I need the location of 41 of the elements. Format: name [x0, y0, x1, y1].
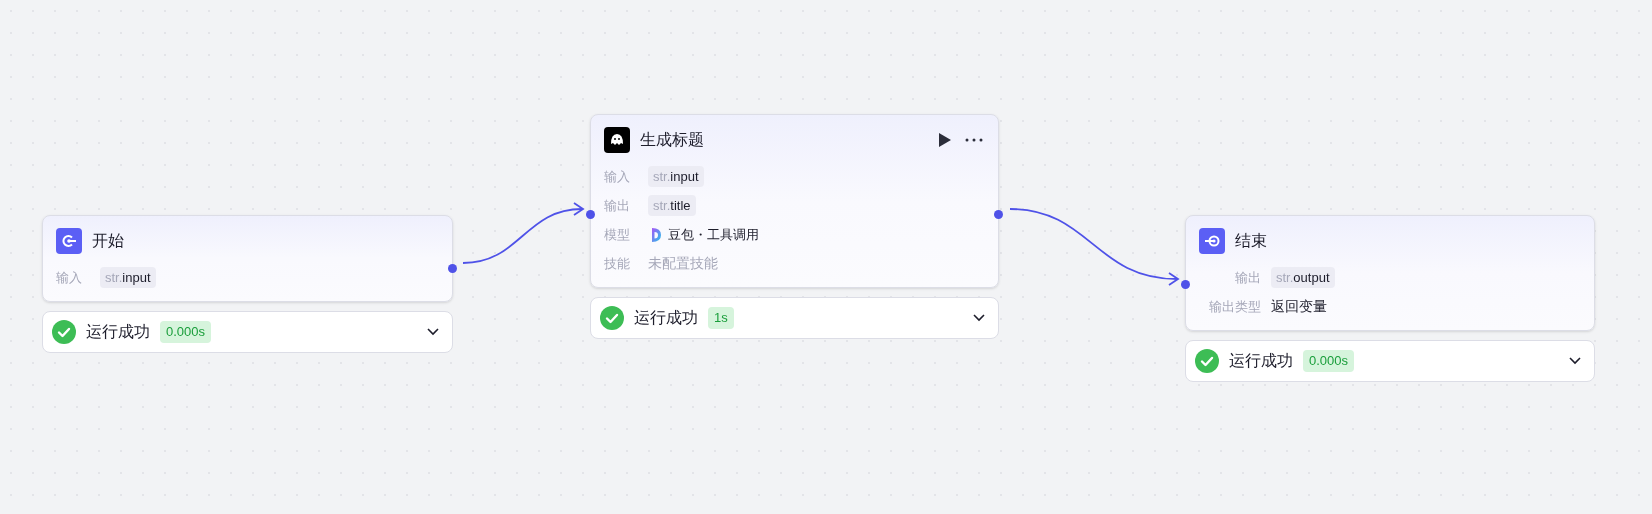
output-port[interactable]	[448, 264, 457, 273]
more-icon[interactable]	[965, 138, 983, 142]
row-label: 技能	[604, 254, 631, 273]
run-status-bar[interactable]: 运行成功 1s	[590, 297, 999, 339]
row-label: 输出	[604, 196, 631, 215]
duration-badge: 0.000s	[160, 321, 212, 343]
row-placeholder: 未配置技能	[648, 254, 718, 273]
output-port[interactable]	[994, 210, 1003, 219]
success-check-icon	[52, 320, 76, 344]
row-label: 输出	[1234, 268, 1261, 287]
row-label: 输入	[604, 167, 631, 186]
node-title: 结束	[1235, 231, 1267, 251]
duration-badge: 0.000s	[1303, 350, 1355, 372]
variable-tag: str.title	[648, 194, 696, 217]
row-value: 返回变量	[1271, 297, 1327, 316]
status-text: 运行成功	[1229, 351, 1293, 371]
input-port[interactable]	[1181, 280, 1190, 289]
run-status-bar[interactable]: 运行成功 0.000s	[1185, 340, 1595, 382]
chevron-down-icon[interactable]	[427, 328, 439, 336]
success-check-icon	[600, 306, 624, 330]
duration-badge: 1s	[708, 307, 734, 329]
model-name: 豆包・工具调用	[668, 225, 759, 244]
variable-tag: str.input	[648, 165, 704, 188]
run-status-bar[interactable]: 运行成功 0.000s	[42, 311, 453, 353]
start-icon	[56, 228, 82, 254]
row-label: 输出类型	[1208, 297, 1261, 316]
row-label: 模型	[604, 225, 631, 244]
variable-tag: str.input	[100, 266, 156, 289]
node-title: 开始	[92, 231, 124, 251]
play-icon[interactable]	[939, 133, 951, 147]
node-title: 生成标题	[640, 130, 704, 150]
success-check-icon	[1195, 349, 1219, 373]
input-port[interactable]	[586, 210, 595, 219]
status-text: 运行成功	[86, 322, 150, 342]
end-icon	[1199, 228, 1225, 254]
chevron-down-icon[interactable]	[1569, 357, 1581, 365]
row-label: 输入	[56, 268, 83, 287]
variable-tag: str.output	[1271, 266, 1335, 289]
ghost-icon	[604, 127, 630, 153]
chevron-down-icon[interactable]	[973, 314, 985, 322]
status-text: 运行成功	[634, 308, 698, 328]
